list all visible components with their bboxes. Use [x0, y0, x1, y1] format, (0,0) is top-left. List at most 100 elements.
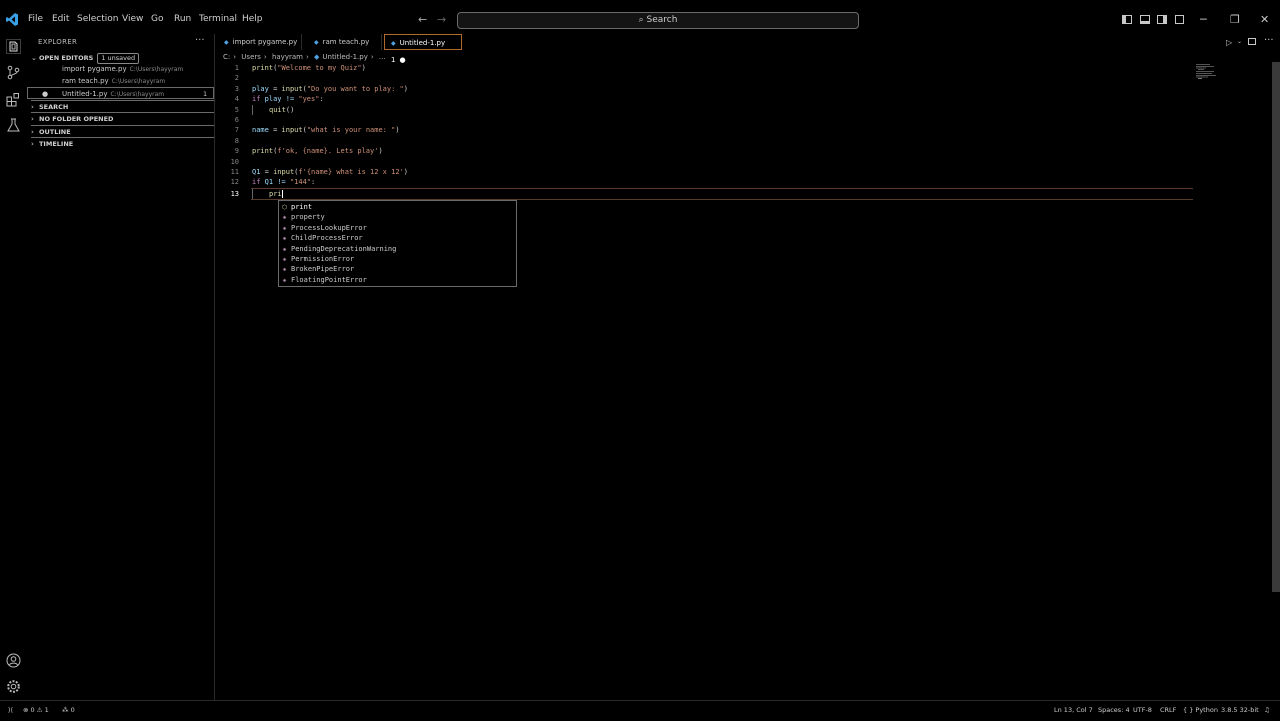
toggle-panel-icon[interactable] — [1140, 15, 1150, 24]
suggestion-item-print[interactable]: ⬡ print — [279, 202, 516, 212]
restore-icon[interactable]: ❐ — [1230, 13, 1240, 26]
forward-arrow-icon[interactable]: → — [437, 13, 446, 26]
suggestion-label: ProcessLookupError — [291, 223, 367, 232]
suggestion-item[interactable]: ◈ PermissionError — [279, 254, 516, 264]
activity-bar — [0, 34, 27, 700]
breadcrumb-item[interactable]: hayyram — [272, 53, 303, 61]
menu-help[interactable]: Help — [242, 14, 263, 24]
explorer-icon[interactable] — [6, 39, 21, 54]
encoding[interactable]: UTF-8 — [1133, 706, 1152, 714]
line-number: 12 — [230, 178, 239, 187]
code-line: 8 — [215, 136, 1195, 146]
minimap[interactable] — [1196, 64, 1222, 79]
code-token: input — [281, 84, 303, 93]
suggestion-item[interactable]: ◈ ProcessLookupError — [279, 223, 516, 233]
code-token: print — [252, 64, 274, 72]
tab-label: ram teach.py — [322, 38, 370, 46]
menu-view[interactable]: View — [122, 14, 143, 24]
run-python-file-icon[interactable]: ▷ — [1226, 38, 1232, 47]
editor-tab-bar: ◆ import pygame.py ◆ ram teach.py ◆ Untitle… — [215, 34, 1280, 64]
code-line: 3 play = input("Do you want to play: ") — [215, 84, 1195, 94]
tab-ram-teach[interactable]: ◆ ram teach.py — [302, 34, 382, 50]
line-number: 6 — [234, 116, 239, 124]
breadcrumb: C: › Users › hayyram › ◆ Untitled-1.py › ... — [223, 53, 389, 61]
breadcrumb-separator: › — [263, 53, 267, 61]
code-token: = — [268, 84, 282, 93]
suggestion-item[interactable]: ◈ ChildProcessError — [279, 233, 516, 243]
suggestion-item[interactable]: ◈ property — [279, 212, 516, 222]
suggestion-item[interactable]: ◈ FloatingPointError — [279, 275, 516, 285]
toggle-secondary-sidebar-icon[interactable] — [1157, 15, 1167, 24]
testing-flask-icon[interactable] — [6, 118, 21, 133]
language-mode[interactable]: { } Python — [1183, 706, 1218, 714]
minimize-icon[interactable]: ─ — [1200, 13, 1207, 26]
no-folder-section-header[interactable]: › NO FOLDER OPENED — [31, 112, 214, 125]
python-interpreter[interactable]: 3.8.5 32-bit — [1221, 706, 1259, 714]
accounts-icon[interactable] — [6, 653, 21, 668]
code-token: ) — [395, 126, 400, 135]
breadcrumb-item[interactable]: ... — [379, 53, 386, 61]
file-path: C:\Users\hayyram — [110, 91, 165, 98]
toggle-primary-sidebar-icon[interactable] — [1122, 15, 1132, 24]
suggestion-item[interactable]: ◈ PendingDeprecationWarning — [279, 244, 516, 254]
tab-import-pygame[interactable]: ◆ import pygame.py — [218, 34, 302, 50]
text-cursor — [281, 189, 283, 198]
search-icon: ⌕ — [638, 15, 644, 25]
remote-indicator-icon[interactable]: ⟩⟨ — [8, 706, 13, 714]
breadcrumb-item[interactable]: Users — [241, 53, 261, 61]
class-icon: ◈ — [282, 266, 287, 274]
more-actions-icon[interactable]: ··· — [1264, 35, 1274, 46]
section-label: TIMELINE — [39, 140, 74, 148]
explorer-sidebar: EXPLORER ··· ⌄ OPEN EDITORS 1 unsaved impo… — [27, 34, 215, 700]
breadcrumb-item[interactable]: Untitled-1.py — [322, 53, 367, 61]
menu-edit[interactable]: Edit — [52, 14, 69, 24]
back-arrow-icon[interactable]: ← — [418, 13, 427, 26]
menu-terminal[interactable]: Terminal — [199, 14, 237, 24]
code-token: input — [281, 126, 303, 135]
menu-run[interactable]: Run — [174, 14, 191, 24]
line-number: 9 — [234, 147, 239, 156]
menu-file[interactable]: File — [28, 14, 43, 24]
line-ending[interactable]: CRLF — [1160, 706, 1176, 714]
notifications-bell-icon[interactable]: ♫ — [1264, 706, 1270, 714]
close-icon[interactable]: ✕ — [1260, 13, 1269, 26]
breadcrumb-item[interactable]: C: — [223, 53, 230, 61]
split-editor-icon[interactable] — [1248, 38, 1256, 45]
customize-layout-icon[interactable] — [1175, 15, 1184, 24]
code-line: 6 — [215, 115, 1195, 125]
problems-indicator[interactable]: ⊗ 0 ⚠ 1 — [23, 706, 49, 714]
open-editor-import-pygame[interactable]: import pygame.py C:\Users\hayyram — [27, 63, 214, 75]
command-center-search[interactable]: ⌕ Search — [457, 12, 859, 29]
code-token: ) — [403, 84, 408, 93]
tab-untitled-1[interactable]: ◆ Untitled-1.py 1 ● — [384, 34, 462, 64]
code-line: 4 if play != "yes": — [215, 94, 1195, 104]
code-token: ) — [403, 168, 408, 176]
code-token: "144" — [289, 178, 312, 187]
code-token: : — [311, 178, 316, 187]
open-editors-label: OPEN EDITORS — [39, 54, 94, 62]
suggestion-item[interactable]: ◈ BrokenPipeError — [279, 264, 516, 274]
code-line: 2 — [215, 73, 1195, 83]
line-number: 5 — [234, 105, 239, 114]
cursor-position[interactable]: Ln 13, Col 7 — [1054, 706, 1093, 714]
menu-go[interactable]: Go — [151, 14, 163, 24]
ports-indicator[interactable]: ⁂ 0 — [62, 706, 75, 714]
file-name: ram teach.py — [62, 77, 109, 85]
function-icon: ⬡ — [281, 204, 288, 211]
open-editor-ram-teach[interactable]: ram teach.py C:\Users\hayyram — [27, 75, 214, 87]
source-control-icon[interactable] — [6, 65, 21, 80]
timeline-section-header[interactable]: › TIMELINE — [31, 137, 214, 150]
code-line: 12 if Q1 != "144": — [215, 177, 1195, 187]
more-actions-icon[interactable]: ··· — [195, 35, 205, 46]
settings-gear-icon[interactable] — [6, 679, 21, 694]
python-file-icon: ◆ — [314, 53, 320, 61]
extensions-icon[interactable] — [6, 92, 21, 107]
vertical-scrollbar[interactable] — [1272, 62, 1280, 592]
chevron-down-icon[interactable]: ⌄ — [1237, 38, 1242, 45]
open-editor-untitled-1[interactable]: ● Untitled-1.py C:\Users\hayyram 1 — [27, 87, 214, 99]
search-label: Search — [646, 15, 678, 25]
menu-selection[interactable]: Selection — [77, 14, 118, 24]
indentation[interactable]: Spaces: 4 — [1098, 706, 1130, 714]
chevron-right-icon: › — [31, 115, 34, 123]
code-editor[interactable]: 1 print("Welcome to my Quiz") 2 3 play = i… — [215, 62, 1280, 700]
